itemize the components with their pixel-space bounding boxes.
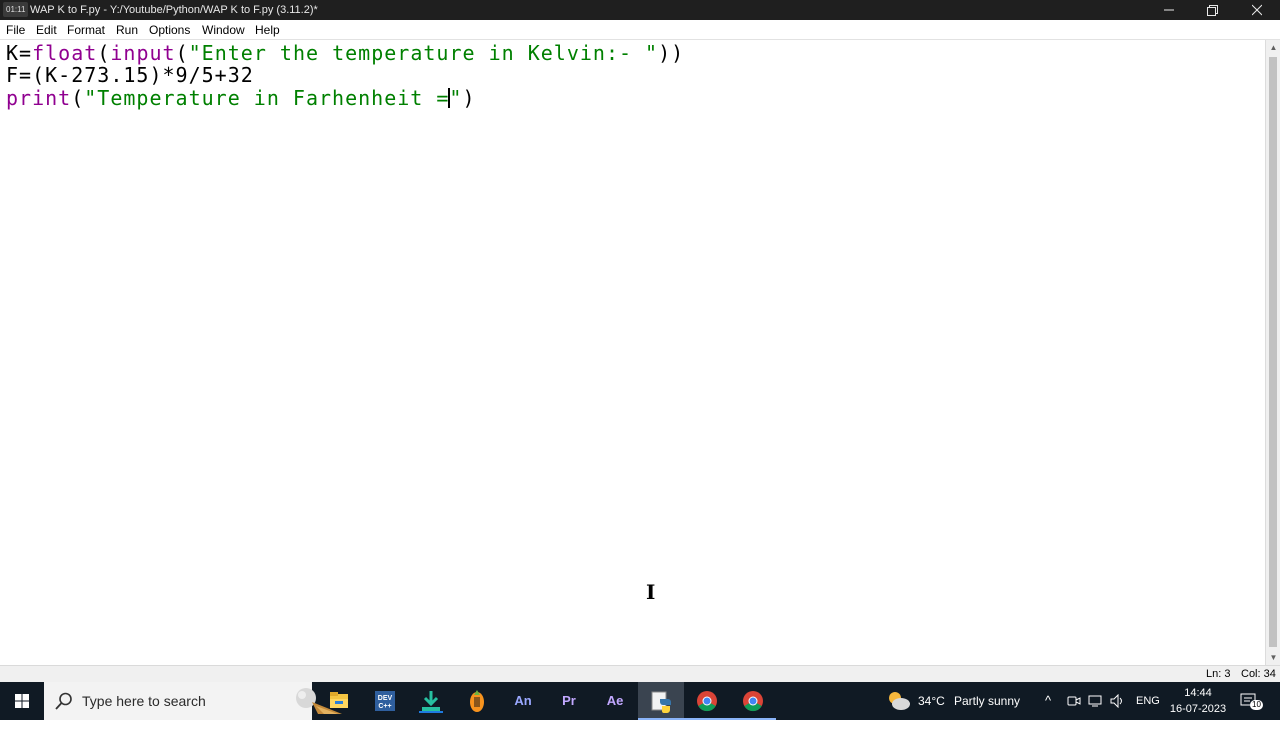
start-button[interactable] <box>0 682 44 720</box>
code-token-string: " <box>449 86 463 110</box>
network-icon[interactable] <box>1088 694 1104 708</box>
scroll-down-icon[interactable]: ▼ <box>1266 650 1280 665</box>
clock-date: 16-07-2023 <box>1169 703 1227 715</box>
menu-bar: File Edit Format Run Options Window Help <box>0 20 1280 40</box>
weather-temperature[interactable]: 34°C <box>918 682 945 720</box>
taskbar: Type here to search DEV C++ An Pr Ae 34°C… <box>0 682 1280 720</box>
status-bar: Ln: 3 Col: 34 <box>0 665 1280 682</box>
weather-description[interactable]: Partly sunny <box>954 682 1020 720</box>
close-icon <box>1251 4 1263 16</box>
volume-icon[interactable] <box>1110 694 1126 708</box>
code-line-2: F=(K-273.15)*9/5+32 <box>6 64 254 86</box>
code-token-keyword: float <box>32 41 98 65</box>
code-token-keyword: input <box>110 41 176 65</box>
code-token-string: "Enter the temperature in Kelvin:- " <box>188 41 659 65</box>
code-token-keyword: print <box>6 86 72 110</box>
notification-count-badge: 10 <box>1250 700 1263 710</box>
taskbar-chrome-1[interactable] <box>684 682 730 720</box>
status-column: Col: 34 <box>1241 668 1276 680</box>
meet-now-icon[interactable] <box>1067 694 1081 708</box>
restore-icon <box>1207 5 1218 16</box>
menu-help[interactable]: Help <box>255 20 280 40</box>
code-line-1: K=float(input("Enter the temperature in … <box>6 42 684 64</box>
animate-icon: An <box>514 693 532 708</box>
vertical-scrollbar[interactable]: ▲ ▼ <box>1265 40 1280 665</box>
code-editor[interactable]: K=float(input("Enter the temperature in … <box>0 40 1265 665</box>
code-token: ( <box>71 86 85 110</box>
taskbar-fl-studio[interactable] <box>454 682 500 720</box>
chevron-up-icon[interactable]: ^ <box>1045 682 1051 720</box>
windows-icon <box>15 694 29 708</box>
file-explorer-icon <box>330 692 348 708</box>
svg-text:DEV: DEV <box>378 695 393 702</box>
taskbar-chrome-2[interactable] <box>730 682 776 720</box>
code-token: )) <box>658 41 685 65</box>
premiere-icon: Pr <box>562 693 576 708</box>
code-token: F=(K-273.15)*9/5+32 <box>6 63 254 87</box>
minimize-icon <box>1164 9 1174 11</box>
restore-button[interactable] <box>1191 0 1235 20</box>
close-button[interactable] <box>1235 0 1279 20</box>
chrome-icon <box>743 691 763 712</box>
code-token: ) <box>462 86 476 110</box>
ibeam-cursor-icon: I <box>646 580 656 604</box>
clock-time: 14:44 <box>1184 687 1212 699</box>
svg-text:C++: C++ <box>378 703 391 710</box>
taskbar-python-idle[interactable] <box>638 682 684 720</box>
after-effects-icon: Ae <box>606 693 624 708</box>
menu-options[interactable]: Options <box>149 20 190 40</box>
chrome-icon <box>697 691 717 712</box>
taskbar-file-explorer[interactable] <box>316 682 362 720</box>
status-line: Ln: 3 <box>1206 668 1231 680</box>
fl-studio-icon <box>470 690 484 712</box>
scroll-up-icon[interactable]: ▲ <box>1266 40 1280 55</box>
scroll-thumb[interactable] <box>1269 57 1277 647</box>
download-app-icon <box>419 691 443 713</box>
title-bar: 01:11 WAP K to F.py - Y:/Youtube/Python/… <box>0 0 1280 20</box>
menu-file[interactable]: File <box>6 20 25 40</box>
taskbar-downloader[interactable] <box>408 682 454 720</box>
code-line-3: print("Temperature in Farhenheit =") <box>6 87 476 109</box>
taskbar-premiere[interactable]: Pr <box>546 682 592 720</box>
menu-edit[interactable]: Edit <box>36 20 57 40</box>
window-title: WAP K to F.py - Y:/Youtube/Python/WAP K … <box>30 4 318 16</box>
code-token: ( <box>175 41 189 65</box>
code-token: ( <box>97 41 111 65</box>
python-idle-icon <box>651 691 671 713</box>
taskbar-dev-cpp[interactable]: DEV C++ <box>362 682 408 720</box>
menu-window[interactable]: Window <box>202 20 245 40</box>
code-token-string: "Temperature in Farhenheit = <box>84 86 450 110</box>
menu-format[interactable]: Format <box>67 20 105 40</box>
weather-partly-sunny-icon <box>889 692 910 710</box>
taskbar-search-box[interactable]: Type here to search <box>44 682 342 720</box>
input-language[interactable]: ENG <box>1136 682 1160 720</box>
dev-cpp-icon: DEVC++ <box>375 691 395 711</box>
taskbar-after-effects[interactable]: Ae <box>592 682 638 720</box>
minimize-button[interactable] <box>1147 0 1191 20</box>
search-icon <box>55 692 72 710</box>
timestamp-badge: 01:11 <box>3 2 29 17</box>
taskbar-animate[interactable]: An <box>500 682 546 720</box>
code-token: K= <box>6 41 33 65</box>
menu-run[interactable]: Run <box>116 20 138 40</box>
search-placeholder: Type here to search <box>82 693 206 709</box>
